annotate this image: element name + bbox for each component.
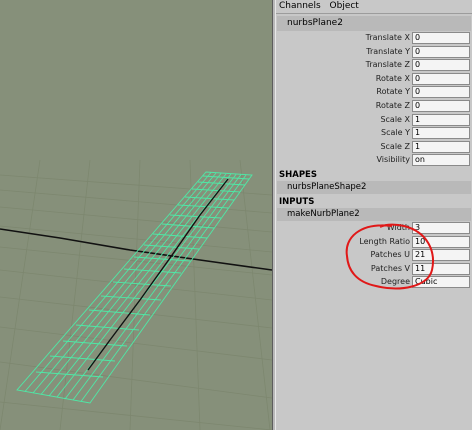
- red-annotation-circle: [345, 223, 434, 290]
